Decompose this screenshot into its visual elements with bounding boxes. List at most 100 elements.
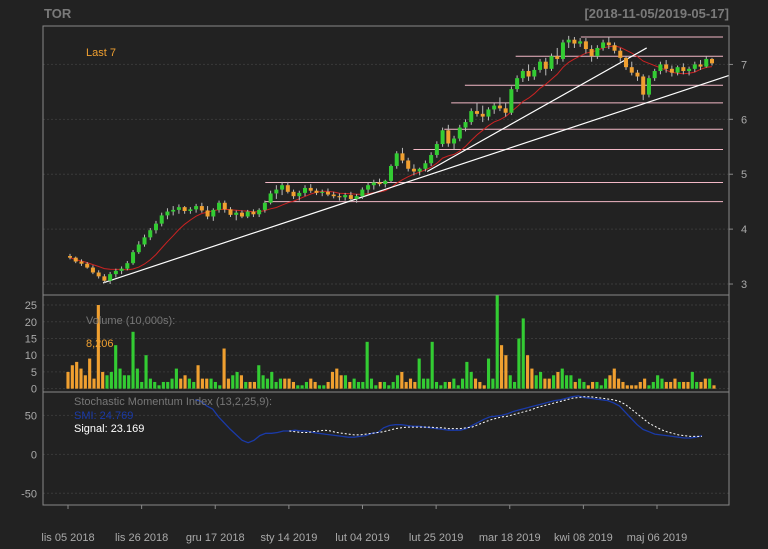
volume-bar	[656, 375, 660, 389]
moving-average-line	[69, 45, 713, 271]
volume-bar	[101, 371, 105, 389]
volume-bar	[708, 378, 712, 389]
volume-bar	[552, 375, 556, 389]
volume-bar	[296, 385, 300, 389]
candle-body	[280, 185, 285, 190]
candle-body	[274, 189, 279, 194]
volume-panel: 0 5 10 15 20 25	[25, 294, 730, 396]
candle-body	[73, 257, 78, 262]
candle-body	[457, 127, 462, 139]
candle-body	[343, 195, 348, 198]
volume-bar	[530, 368, 534, 389]
volume-bar	[686, 381, 690, 389]
volume-bar	[92, 378, 96, 389]
volume-bar	[513, 381, 517, 389]
volume-bar	[283, 378, 287, 389]
volume-bar	[595, 381, 599, 389]
candle-body	[320, 191, 325, 193]
volume-bar	[647, 385, 651, 389]
volume-bar	[565, 375, 569, 389]
candle-body	[383, 180, 388, 185]
volume-tick-label: 5	[31, 367, 37, 379]
volume-bar	[447, 381, 452, 389]
volume-bar	[213, 381, 217, 389]
candle-body	[538, 61, 543, 70]
volume-bar	[690, 371, 694, 389]
volume-bar	[274, 381, 278, 389]
volume-bar	[504, 355, 508, 389]
candle-body	[79, 261, 84, 264]
candle-body	[377, 182, 382, 185]
volume-bar	[599, 385, 603, 389]
candle-body	[354, 196, 359, 199]
candle-body	[618, 50, 623, 58]
candle-body	[497, 105, 502, 109]
candle-body	[624, 57, 629, 68]
candle-body	[400, 153, 405, 161]
volume-bar	[118, 368, 122, 389]
volume-bar	[586, 385, 590, 389]
volume-bar	[170, 378, 174, 389]
volume-bar	[278, 378, 283, 389]
volume-bar	[673, 378, 677, 389]
volume-bar	[261, 375, 265, 389]
candle-body	[406, 160, 411, 169]
volume-bar	[244, 381, 248, 389]
volume-bar	[218, 385, 222, 389]
volume-bar	[634, 385, 638, 389]
candle-body	[543, 61, 548, 69]
volume-bar	[66, 371, 70, 389]
candle-body	[90, 267, 95, 273]
candle-body	[136, 244, 141, 253]
chart-symbol: TOR	[44, 6, 72, 21]
price-tick-label: 7	[741, 59, 747, 71]
candle-body	[515, 78, 520, 90]
candle-body	[560, 42, 565, 59]
volume-bar	[83, 375, 87, 389]
candle-body	[205, 210, 210, 217]
candle-body	[285, 185, 290, 192]
volume-bar	[348, 381, 352, 389]
smi-tick-label: 0	[31, 449, 37, 461]
volume-bar	[703, 378, 707, 389]
candle-body	[658, 64, 663, 72]
candle-body	[492, 105, 497, 110]
volume-bar	[248, 381, 252, 389]
volume-bar	[322, 385, 326, 389]
x-axis: lis 05 2018 lis 26 2018 gru 17 2018 sty 14 …	[41, 505, 687, 544]
candle-body	[262, 202, 267, 210]
volume-bar	[304, 381, 309, 389]
volume-bar	[391, 381, 395, 389]
volume-bar	[508, 375, 512, 389]
candle-body	[182, 207, 187, 212]
volume-bar	[439, 385, 443, 389]
candle-body	[291, 191, 296, 197]
candle-body	[520, 71, 525, 79]
volume-bar	[539, 371, 543, 389]
volume-bar	[235, 371, 239, 389]
x-tick-label: lut 04 2019	[335, 532, 389, 544]
volume-bar	[699, 381, 703, 389]
candle-body	[526, 71, 531, 77]
volume-bar	[326, 381, 330, 389]
volume-bar	[573, 381, 577, 389]
volume-bar	[75, 361, 79, 389]
candle-body	[612, 45, 617, 51]
candle-body	[96, 272, 101, 277]
candle-body	[239, 212, 244, 217]
volume-bar	[612, 368, 616, 389]
volume-bar	[148, 378, 152, 389]
candle-body	[159, 215, 164, 224]
volume-bar	[252, 381, 256, 389]
volume-bar	[617, 378, 621, 389]
trendline	[426, 47, 647, 173]
volume-bar	[122, 375, 126, 389]
volume-bar	[153, 381, 157, 389]
volume-bar	[365, 341, 369, 389]
candle-body	[394, 153, 399, 166]
candle-body	[67, 256, 73, 258]
volume-bar	[265, 378, 269, 389]
volume-bar	[630, 385, 634, 389]
volume-bar	[499, 345, 504, 389]
x-tick-label: lis 26 2018	[115, 532, 168, 544]
